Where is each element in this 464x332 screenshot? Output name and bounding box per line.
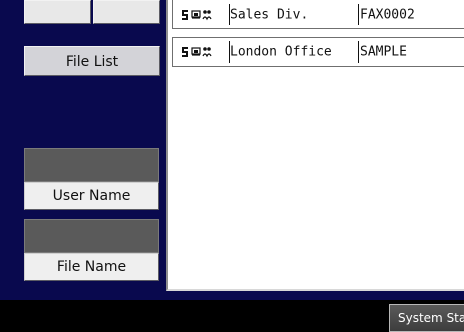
user-name-button[interactable]: User Name [24, 182, 159, 210]
transfer-icon [180, 46, 190, 58]
column-separator [358, 4, 359, 25]
row-icons [180, 46, 212, 58]
row-box [172, 0, 464, 29]
top-left-button[interactable] [24, 0, 91, 24]
people-icon [202, 46, 212, 58]
column-separator [358, 41, 359, 63]
entry-name: Sales Div. [230, 7, 309, 22]
file-list-panel: Sales Div. FAX0002 London Office SAMPLE [166, 0, 464, 291]
file-name-label: File Name [56, 259, 127, 275]
user-name-label: User Name [52, 188, 131, 204]
system-status-button[interactable]: System Status [389, 304, 464, 332]
entry-code: FAX0002 [360, 7, 415, 22]
top-right-button[interactable] [93, 0, 160, 24]
entry-code: SAMPLE [360, 44, 407, 60]
file-list-button[interactable]: File List [24, 46, 160, 76]
file-row-london-office[interactable]: London Office SAMPLE [172, 37, 464, 67]
user-name-field[interactable] [24, 148, 159, 182]
row-icons [180, 9, 212, 21]
file-name-button[interactable]: File Name [24, 253, 159, 281]
system-status-label: System Status [398, 311, 464, 325]
file-list-label: File List [65, 54, 119, 70]
transfer-icon [180, 9, 190, 21]
file-row-sales-div[interactable]: Sales Div. FAX0002 [172, 0, 464, 29]
print-icon [191, 46, 201, 58]
file-name-field[interactable] [24, 219, 159, 253]
print-icon [191, 9, 201, 21]
entry-name: London Office [230, 44, 332, 60]
people-icon [202, 9, 212, 21]
